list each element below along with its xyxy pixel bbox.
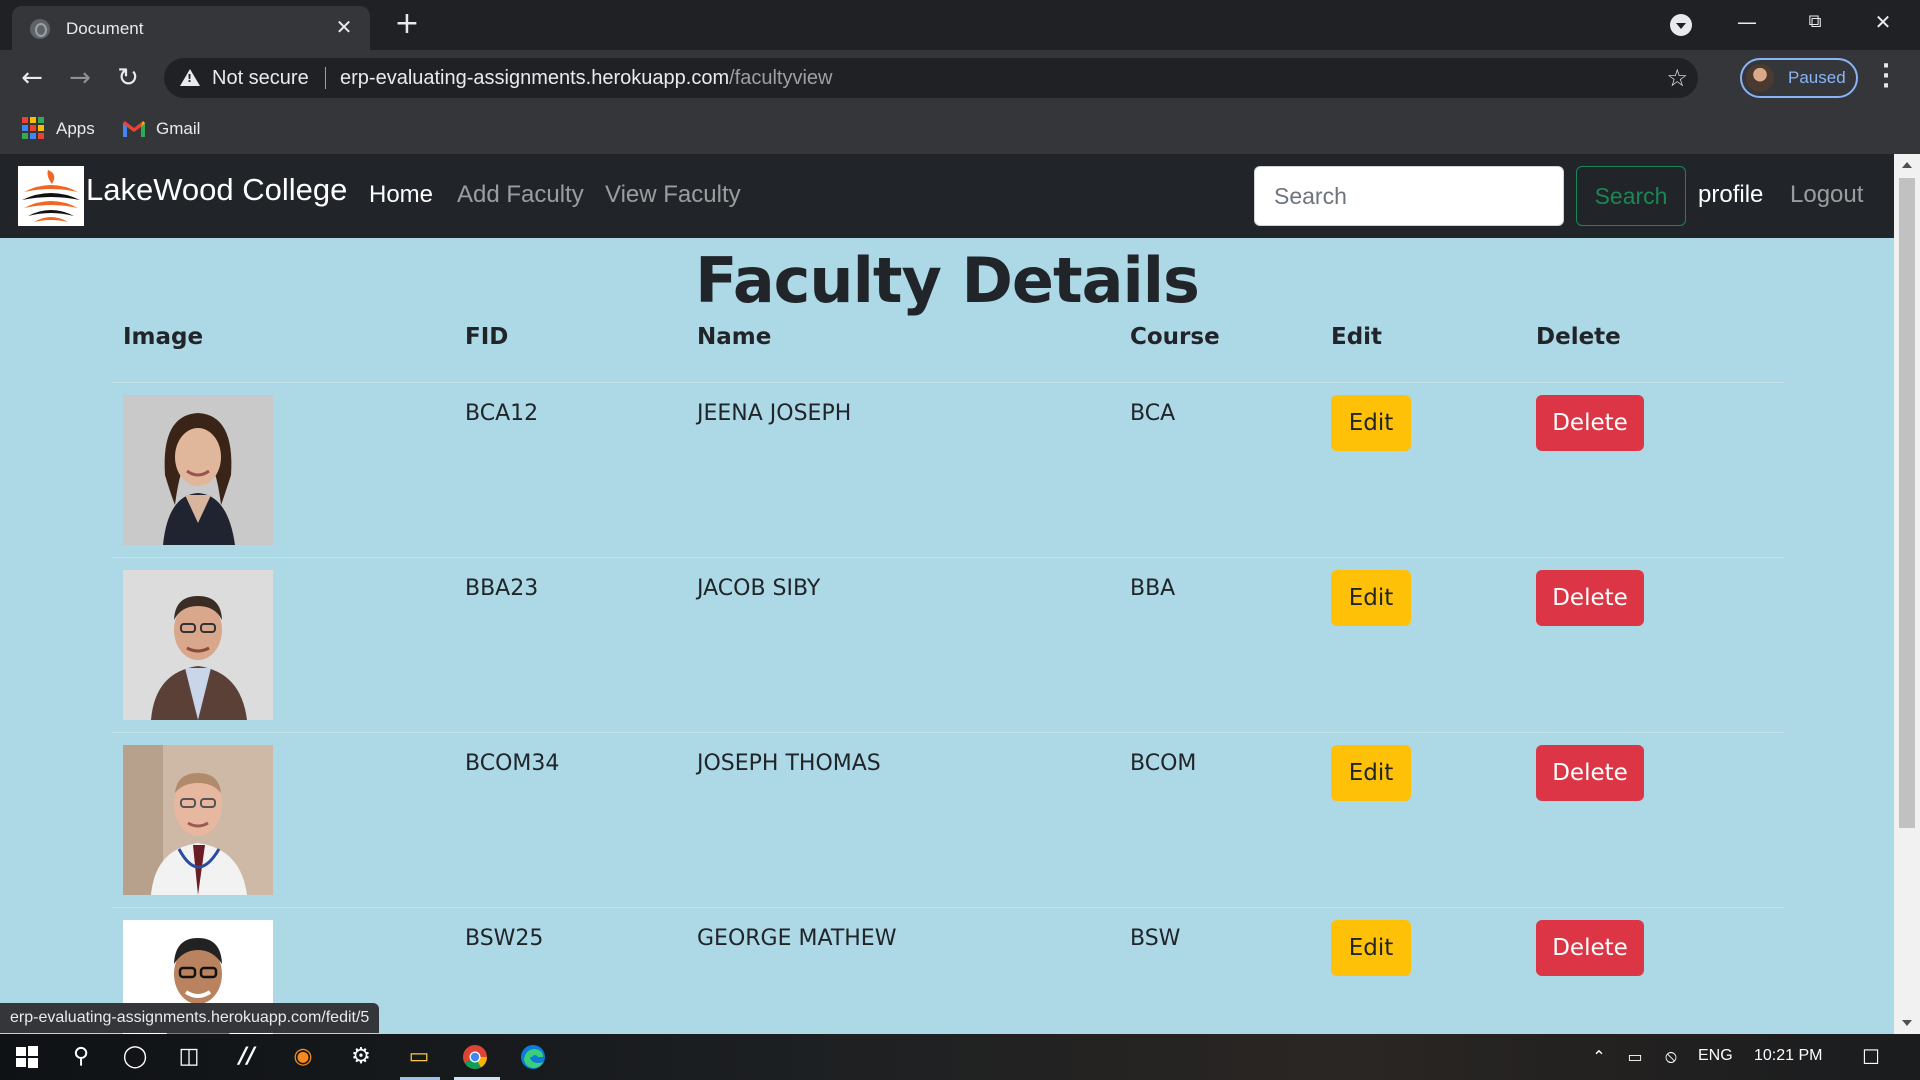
divider — [325, 67, 326, 89]
column-header-fid: FID — [465, 324, 509, 350]
address-bar[interactable]: Not secure erp-evaluating-assignments.he… — [164, 58, 1698, 98]
page-title: Faculty Details — [695, 244, 1200, 317]
cortana-icon[interactable]: ◯ — [120, 1042, 150, 1072]
windows-start-icon[interactable] — [12, 1042, 42, 1072]
delete-button[interactable]: Delete — [1536, 395, 1644, 451]
tab-strip: Document ✕ + — ⧉ ✕ — [0, 0, 1920, 50]
nav-profile[interactable]: profile — [1698, 181, 1763, 209]
back-icon[interactable]: ← — [16, 62, 48, 94]
faculty-photo — [123, 745, 273, 895]
fid-cell: BCA12 — [465, 401, 539, 426]
chrome-icon[interactable] — [460, 1042, 490, 1072]
browser-toolbar: ← → ↻ Not secure erp-evaluating-assignme… — [0, 50, 1920, 106]
avatar — [1746, 64, 1774, 92]
nav-logout[interactable]: Logout — [1790, 181, 1863, 209]
more-menu-icon[interactable]: · · · — [1878, 56, 1894, 98]
name-cell: GEORGE MATHEW — [697, 926, 897, 951]
url-text[interactable]: erp-evaluating-assignments.herokuapp.com… — [340, 67, 832, 90]
bookmarks-bar: Apps Gmail — [0, 106, 1920, 154]
apps-grid-icon[interactable] — [22, 117, 44, 139]
nav-add-faculty[interactable]: Add Faculty — [457, 181, 584, 209]
notifications-icon[interactable]: ☐ — [1856, 1042, 1886, 1072]
battery-icon[interactable]: ▭ — [1620, 1042, 1650, 1072]
gmail-icon[interactable] — [122, 120, 146, 138]
nav-view-faculty[interactable]: View Faculty — [605, 181, 741, 209]
profile-button[interactable]: Paused — [1740, 58, 1858, 98]
security-label[interactable]: Not secure — [212, 67, 309, 90]
profile-status: Paused — [1788, 68, 1846, 87]
clock[interactable]: 10:21 PM — [1754, 1047, 1822, 1065]
edit-button[interactable]: Edit — [1331, 745, 1411, 801]
course-cell: BSW — [1130, 926, 1181, 951]
edge-icon[interactable] — [518, 1042, 548, 1072]
reload-icon[interactable]: ↻ — [112, 62, 144, 94]
name-cell: JACOB SIBY — [697, 576, 821, 601]
scroll-down-icon[interactable] — [1902, 1020, 1912, 1026]
search-input[interactable] — [1254, 166, 1564, 226]
tab-search-icon[interactable] — [1670, 14, 1692, 36]
scroll-up-icon[interactable] — [1902, 162, 1912, 168]
brand-name[interactable]: LakeWood College — [86, 172, 347, 208]
browser-tab[interactable]: Document ✕ — [12, 6, 370, 50]
search-icon[interactable]: ⚲ — [66, 1042, 96, 1072]
table-row: BCA12 JEENA JOSEPH BCA Edit Delete — [111, 382, 1785, 557]
close-tab-icon[interactable]: ✕ — [332, 15, 356, 39]
warning-icon — [180, 69, 200, 86]
url-host: erp-evaluating-assignments.herokuapp.com — [340, 67, 730, 89]
edit-button[interactable]: Edit — [1331, 570, 1411, 626]
table-row: BBA23 JACOB SIBY BBA Edit Delete — [111, 557, 1785, 732]
language-indicator[interactable]: ENG — [1698, 1047, 1733, 1065]
fid-cell: BBA23 — [465, 576, 539, 601]
course-cell: BCA — [1130, 401, 1176, 426]
column-header-course: Course — [1130, 324, 1220, 350]
bookmark-apps[interactable]: Apps — [56, 116, 95, 142]
delete-button[interactable]: Delete — [1536, 920, 1644, 976]
edit-button[interactable]: Edit — [1331, 920, 1411, 976]
link-status-bubble: erp-evaluating-assignments.herokuapp.com… — [0, 1003, 380, 1033]
column-header-name: Name — [697, 324, 772, 350]
edit-button[interactable]: Edit — [1331, 395, 1411, 451]
fid-cell: BCOM34 — [465, 751, 560, 776]
chevron-up-icon[interactable]: ⌃ — [1584, 1042, 1614, 1072]
file-explorer-icon[interactable]: ▭ — [404, 1042, 434, 1072]
forward-icon[interactable]: → — [64, 62, 96, 94]
column-header-image: Image — [123, 324, 204, 350]
faculty-photo — [123, 395, 273, 545]
delete-button[interactable]: Delete — [1536, 745, 1644, 801]
table-row: BCOM34 JOSEPH THOMAS BCOM Edit Delete — [111, 732, 1785, 907]
column-header-delete: Delete — [1536, 324, 1621, 350]
new-tab-button[interactable]: + — [392, 9, 422, 40]
column-header-edit: Edit — [1331, 324, 1383, 350]
page-viewport: LakeWood College Home Add Faculty View F… — [0, 154, 1894, 1034]
scrollbar-thumb[interactable] — [1899, 178, 1915, 828]
name-cell: JEENA JOSEPH — [697, 401, 852, 426]
site-navbar: LakeWood College Home Add Faculty View F… — [0, 154, 1894, 238]
wifi-icon[interactable]: ⦸ — [1656, 1042, 1686, 1072]
globe-icon — [30, 19, 50, 39]
search-button[interactable]: Search — [1576, 166, 1686, 226]
name-cell: JOSEPH THOMAS — [697, 751, 881, 776]
restore-icon[interactable]: ⧉ — [1798, 8, 1832, 36]
delete-button[interactable]: Delete — [1536, 570, 1644, 626]
course-cell: BBA — [1130, 576, 1176, 601]
nav-home[interactable]: Home — [369, 181, 433, 209]
course-cell: BCOM — [1130, 751, 1197, 776]
bookmark-gmail[interactable]: Gmail — [156, 116, 200, 142]
faculty-photo — [123, 570, 273, 720]
settings-gear-icon[interactable]: ⚙ — [346, 1042, 376, 1072]
vertical-scrollbar[interactable] — [1894, 154, 1920, 1034]
pen-app-icon[interactable]: // — [232, 1042, 262, 1072]
college-logo-icon[interactable] — [18, 166, 84, 226]
windows-taskbar: ⚲ ◯ ◫ // ◉ ⚙ ▭ ⌃ ▭ ⦸ ENG 10:21 PM ☐ — [0, 1034, 1920, 1080]
task-view-icon[interactable]: ◫ — [174, 1042, 204, 1072]
fid-cell: BSW25 — [465, 926, 544, 951]
fl-studio-icon[interactable]: ◉ — [288, 1042, 318, 1072]
window-close-icon[interactable]: ✕ — [1866, 8, 1900, 36]
url-path: /facultyview — [729, 67, 833, 89]
tab-title: Document — [66, 19, 144, 38]
minimize-icon[interactable]: — — [1730, 8, 1764, 36]
bookmark-star-icon[interactable]: ☆ — [1666, 64, 1688, 92]
